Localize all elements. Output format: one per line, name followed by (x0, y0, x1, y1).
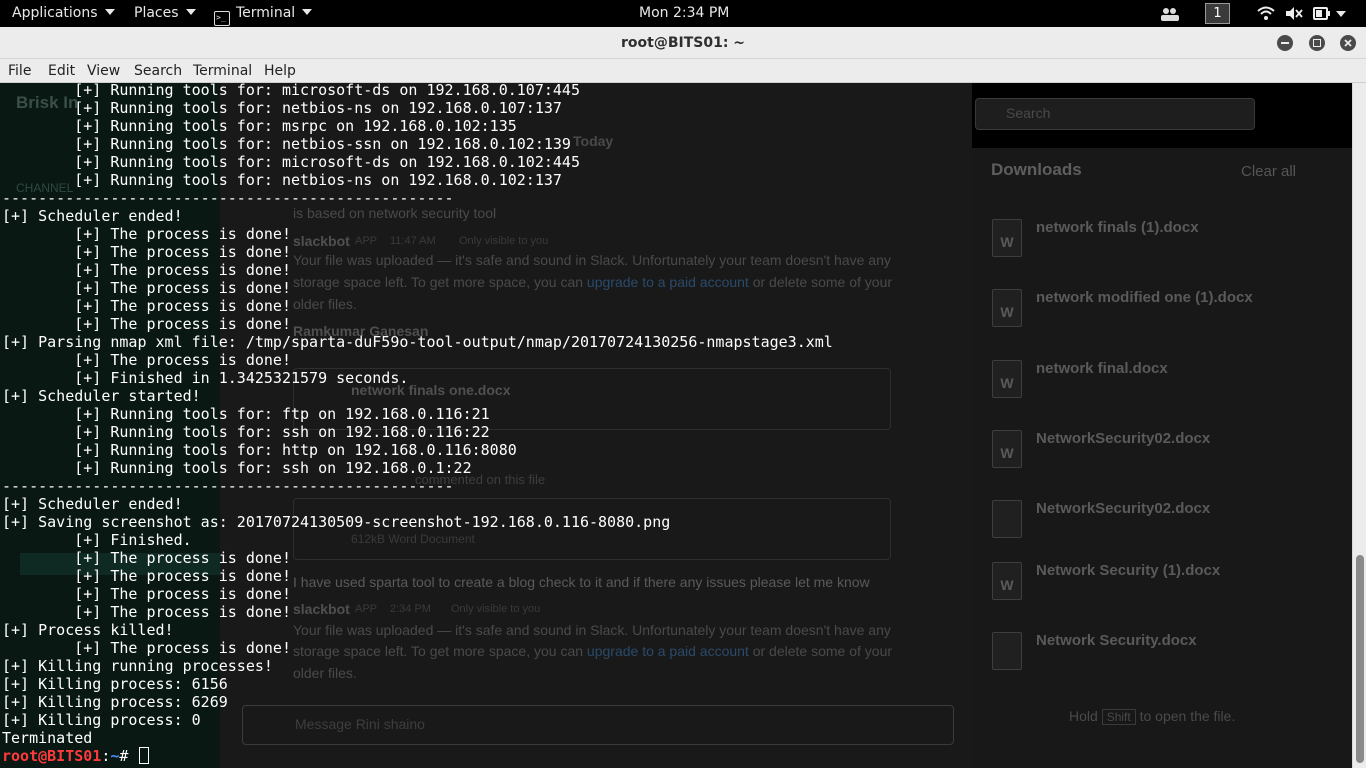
terminal-line: ----------------------------------------… (2, 477, 454, 495)
system-menu-chevron-icon[interactable] (1336, 11, 1346, 17)
slack-downloads-panel: Downloads Clear all W network finals (1)… (972, 148, 1352, 768)
menu-search[interactable]: Search (134, 59, 182, 83)
terminal-line: [+] Running tools for: ftp on 192.168.0.… (2, 405, 490, 423)
terminal-line: [+] Parsing nmap xml file: /tmp/sparta-d… (2, 333, 833, 351)
terminal-line: [+] Killing process: 6269 (2, 693, 228, 711)
word-doc-icon: W (992, 360, 1022, 398)
prompt-user: root@BITS01 (2, 747, 102, 765)
people-icon[interactable] (1160, 6, 1180, 22)
close-button[interactable] (1340, 35, 1356, 51)
downloads-title: Downloads (991, 160, 1082, 179)
slack-search-box: Search (975, 98, 1255, 130)
download-item-7: Network Security.docx (1036, 632, 1197, 649)
terminal-line: [+] The process is done! (2, 261, 291, 279)
menu-file[interactable]: File (8, 59, 31, 83)
slack-search-placeholder: Search (1006, 105, 1051, 121)
terminal-line: [+] The process is done! (2, 315, 291, 333)
terminal-line: [+] Killing process: 0 (2, 711, 201, 729)
menu-terminal[interactable]: Terminal (193, 59, 252, 83)
chevron-down-icon (185, 9, 196, 15)
menu-help[interactable]: Help (264, 59, 296, 83)
terminal-line: [+] Running tools for: netbios-ns on 192… (2, 99, 562, 117)
word-doc-icon: W (992, 430, 1022, 468)
window-title: root@BITS01: ~ (620, 35, 746, 51)
terminal-icon: >_ (214, 11, 230, 26)
terminal-line: [+] Finished. (2, 531, 192, 549)
download-item-6: Network Security (1).docx (1036, 562, 1221, 579)
terminal-line: ----------------------------------------… (2, 189, 454, 207)
download-item-5: NetworkSecurity02.docx (1036, 500, 1211, 517)
terminal-line: [+] The process is done! (2, 297, 291, 315)
terminal-line: Terminated (2, 729, 93, 747)
terminal-line: [+] Scheduler ended! (2, 207, 183, 225)
shift-key: Shift (1101, 709, 1136, 725)
blank-file-icon (992, 632, 1022, 670)
terminal-line: [+] Scheduler ended! (2, 495, 183, 513)
word-doc-icon: W (992, 219, 1022, 257)
terminal-line: [+] The process is done! (2, 279, 291, 297)
terminal-line: [+] The process is done! (2, 639, 291, 657)
word-doc-icon: W (992, 562, 1022, 600)
close-icon (1344, 39, 1352, 47)
places-label: Places (134, 5, 179, 21)
terminal-lines: [+] Running tools for: microsoft-ds on 1… (2, 83, 833, 765)
download-item-3: network final.docx (1036, 360, 1168, 377)
menu-view[interactable]: View (87, 59, 120, 83)
terminal-app-label: Terminal (236, 5, 296, 21)
prompt-symbol: # (119, 747, 138, 765)
terminal-line: [+] The process is done! (2, 351, 291, 369)
terminal-line: [+] The process is done! (2, 549, 291, 567)
terminal-line: [+] The process is done! (2, 225, 291, 243)
wifi-icon[interactable] (1257, 6, 1275, 21)
chevron-down-icon (302, 9, 313, 15)
volume-muted-icon[interactable] (1285, 6, 1303, 21)
menu-edit[interactable]: Edit (48, 59, 75, 83)
word-doc-icon: W (992, 289, 1022, 327)
top-panel: Applications Places >_ Terminal Mon 2:34 … (0, 0, 1366, 27)
terminal-line: [+] The process is done! (2, 567, 291, 585)
download-item-2: network modified one (1).docx (1036, 289, 1253, 306)
battery-icon[interactable] (1313, 5, 1333, 22)
terminal-line: [+] The process is done! (2, 585, 291, 603)
terminal-output-area[interactable]: Brisk In CHANNEL Today is based on netwo… (0, 83, 1352, 768)
places-menu[interactable]: Places (134, 0, 196, 27)
terminal-menubar: File Edit View Search Terminal Help (0, 59, 1366, 83)
download-item-4: NetworkSecurity02.docx (1036, 430, 1211, 447)
terminal-line: [+] Running tools for: netbios-ssn on 19… (2, 135, 571, 153)
clear-all-link: Clear all (1241, 163, 1297, 180)
terminal-line: [+] Saving screenshot as: 20170724130509… (2, 513, 671, 531)
hold-shift-hint: Hold Shift to open the file. (1069, 708, 1236, 725)
maximize-button[interactable] (1309, 35, 1325, 51)
terminal-line: [+] Killing process: 6156 (2, 675, 228, 693)
terminal-line: [+] Finished in 1.3425321579 seconds. (2, 369, 409, 387)
terminal-line: [+] Running tools for: msrpc on 192.168.… (2, 117, 517, 135)
terminal-line: [+] Process killed! (2, 621, 174, 639)
text-cursor (139, 747, 150, 764)
terminal-line: [+] Running tools for: ssh on 192.168.0.… (2, 459, 472, 477)
download-item-1: network finals (1).docx (1036, 219, 1199, 236)
window-titlebar[interactable]: root@BITS01: ~ (0, 27, 1366, 59)
hold-text: Hold (1069, 708, 1098, 724)
terminal-line: [+] Running tools for: microsoft-ds on 1… (2, 83, 580, 99)
chevron-down-icon (104, 9, 115, 15)
blank-file-icon (992, 500, 1022, 538)
terminal-line: [+] Running tools for: http on 192.168.0… (2, 441, 517, 459)
terminal-line: [+] Running tools for: netbios-ns on 192… (2, 171, 562, 189)
applications-label: Applications (12, 5, 98, 21)
terminal-line: [+] The process is done! (2, 603, 291, 621)
terminal-line: [+] Killing running processes! (2, 657, 273, 675)
open-file-text: to open the file. (1139, 708, 1236, 724)
workspace-indicator[interactable]: 1 (1205, 3, 1230, 24)
terminal-line: [+] Running tools for: ssh on 192.168.0.… (2, 423, 490, 441)
terminal-app-menu[interactable]: >_ Terminal (214, 0, 313, 27)
terminal-prompt[interactable]: root@BITS01:~# (2, 747, 833, 765)
minimize-button[interactable] (1277, 35, 1293, 51)
terminal-line: [+] Scheduler started! (2, 387, 201, 405)
clock[interactable]: Mon 2:34 PM (639, 0, 729, 27)
terminal-line: [+] Running tools for: microsoft-ds on 1… (2, 153, 580, 171)
terminal-line: [+] The process is done! (2, 243, 291, 261)
scrollbar-thumb[interactable] (1356, 555, 1364, 763)
applications-menu[interactable]: Applications (12, 0, 115, 27)
terminal-scrollbar[interactable] (1352, 83, 1366, 768)
